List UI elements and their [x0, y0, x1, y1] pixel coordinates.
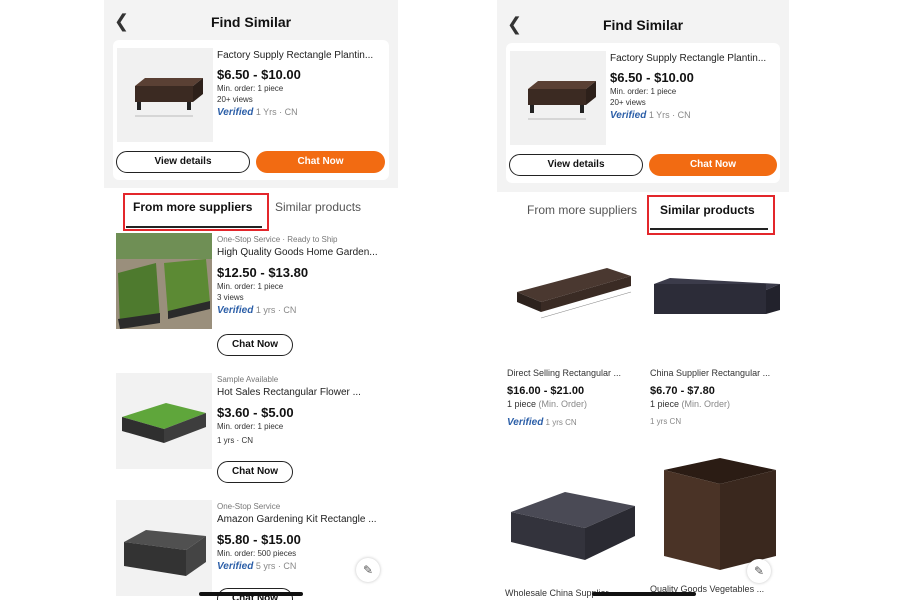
product-name[interactable]: Factory Supply Rectangle Plantin... — [610, 53, 776, 64]
left-screen: ❮ Find Similar Factory Supply Rectangle … — [104, 0, 398, 600]
product-image[interactable] — [510, 51, 606, 145]
grid-supplier-row: 1 yrs CN — [650, 417, 784, 426]
item-verified-row: Verified 1 yrs · CN — [217, 305, 390, 316]
min-order: Min. order: 1 piece — [217, 84, 284, 93]
item-image[interactable] — [116, 233, 212, 329]
planter-icon — [122, 403, 206, 443]
list-item[interactable]: Sample Available Hot Sales Rectangular F… — [104, 373, 398, 485]
product-card: Factory Supply Rectangle Plantin... $6.5… — [113, 40, 389, 180]
item-price: $12.50 - $13.80 — [217, 265, 309, 280]
planter-icon — [511, 492, 635, 560]
item-price: $3.60 - $5.00 — [217, 405, 294, 420]
grid-qty-note: (Min. Order) — [681, 399, 731, 409]
tab-from-more-suppliers[interactable]: From more suppliers — [527, 203, 637, 217]
views-count: 20+ views — [610, 98, 646, 107]
grid-product[interactable]: Direct Selling Rectangular ... $16.00 - … — [507, 242, 641, 428]
verified-badge: Verified — [217, 561, 254, 572]
item-min-order: Min. order: 1 piece — [217, 422, 284, 431]
long-planter-icon — [517, 268, 632, 319]
supplier-info: 1 yrs CN — [545, 418, 577, 427]
supplier-info: 1 yrs CN — [650, 417, 682, 426]
planter-icon — [135, 78, 203, 117]
item-info: Sample Available Hot Sales Rectangular F… — [217, 375, 390, 445]
list-item[interactable]: One-Stop Service · Ready to Ship High Qu… — [104, 233, 398, 361]
views-count: 20+ views — [217, 95, 253, 104]
page-title: Find Similar — [210, 14, 292, 30]
supplier-info: 5 yrs · CN — [255, 561, 297, 571]
list-item[interactable]: One-Stop Service Amazon Gardening Kit Re… — [104, 500, 398, 600]
top-area: ❮ Find Similar Factory Supply Rectangle … — [104, 0, 398, 188]
grid-product-name: Direct Selling Rectangular ... — [507, 368, 622, 378]
edit-note-icon[interactable]: ✎ — [747, 559, 771, 583]
grid-product-name: China Supplier Rectangular ... — [650, 368, 771, 378]
chat-now-button[interactable]: Chat Now — [217, 334, 293, 356]
verified-badge: Verified — [507, 417, 544, 428]
item-tagline: One-Stop Service — [217, 502, 281, 511]
item-min-order: Min. order: 1 piece — [217, 282, 284, 291]
view-details-button[interactable]: View details — [509, 154, 643, 176]
item-name[interactable]: High Quality Goods Home Garden... — [217, 247, 390, 258]
grid-qty-note: (Min. Order) — [538, 399, 588, 409]
chat-now-button[interactable]: Chat Now — [649, 154, 777, 176]
item-views: 3 views — [217, 293, 244, 302]
product-info: Factory Supply Rectangle Plantin... $6.5… — [217, 50, 385, 118]
grid-product-image[interactable] — [505, 462, 639, 582]
header: ❮ Find Similar — [497, 7, 789, 41]
grid-product-image[interactable] — [507, 242, 641, 362]
active-tab-underline — [650, 228, 768, 230]
min-order: Min. order: 1 piece — [610, 87, 677, 96]
verified-badge: Verified — [217, 107, 254, 118]
item-info: One-Stop Service · Ready to Ship High Qu… — [217, 235, 390, 316]
supplier-info: 1 Yrs · CN — [648, 110, 691, 120]
grid-qty: 1 piece — [507, 399, 537, 409]
page-title: Find Similar — [602, 17, 684, 33]
item-min-order: Min. order: 500 pieces — [217, 549, 297, 558]
product-image[interactable] — [117, 48, 213, 142]
edit-note-icon[interactable]: ✎ — [356, 558, 380, 582]
home-indicator — [592, 592, 696, 596]
right-screen: ❮ Find Similar Factory Supply Rectangle … — [497, 0, 789, 600]
grid-product[interactable]: China Supplier Rectangular ... $6.70 - $… — [650, 242, 784, 426]
planter-icon — [528, 81, 596, 120]
product-price: $6.50 - $10.00 — [217, 67, 301, 82]
item-price: $5.80 - $15.00 — [217, 532, 301, 547]
grid-product-price: $6.70 - $7.80 — [650, 385, 715, 397]
verified-row: Verified 1 Yrs · CN — [217, 107, 385, 118]
item-name[interactable]: Hot Sales Rectangular Flower ... — [217, 387, 390, 398]
item-tagline: One-Stop Service · Ready to Ship — [217, 235, 338, 244]
active-tab-underline — [126, 226, 262, 228]
item-name[interactable]: Amazon Gardening Kit Rectangle ... — [217, 514, 390, 525]
garden-beds-icon — [116, 233, 212, 329]
header: ❮ Find Similar — [104, 4, 398, 38]
item-image[interactable] — [116, 373, 212, 469]
product-name[interactable]: Factory Supply Rectangle Plantin... — [217, 50, 385, 61]
verified-badge: Verified — [610, 110, 647, 121]
supplier-info: 1 Yrs · CN — [255, 107, 298, 117]
grid-product-price: $16.00 - $21.00 — [507, 385, 585, 397]
chat-now-button[interactable]: Chat Now — [256, 151, 385, 173]
grid-verified-row: Verified 1 yrs CN — [507, 417, 641, 428]
chat-now-button[interactable]: Chat Now — [217, 461, 293, 483]
supplier-info: 1 yrs · CN — [217, 436, 253, 445]
planter-icon — [654, 278, 780, 314]
grid-qty: 1 piece — [650, 399, 680, 409]
view-details-button[interactable]: View details — [116, 151, 250, 173]
item-tagline: Sample Available — [217, 375, 279, 384]
product-price: $6.50 - $10.00 — [610, 70, 694, 85]
grid-min-order: 1 piece (Min. Order) — [507, 399, 641, 409]
verified-row: Verified 1 Yrs · CN — [610, 110, 776, 121]
tab-similar-products[interactable]: Similar products — [275, 200, 361, 214]
item-image[interactable] — [116, 500, 212, 596]
planter-icon — [124, 530, 206, 576]
grid-product-image[interactable] — [650, 242, 784, 362]
grid-product[interactable]: Wholesale China Supplier... — [505, 462, 639, 598]
product-info: Factory Supply Rectangle Plantin... $6.5… — [610, 53, 776, 121]
verified-badge: Verified — [217, 305, 254, 316]
supplier-info: 1 yrs · CN — [255, 305, 297, 315]
product-card: Factory Supply Rectangle Plantin... $6.5… — [506, 43, 780, 183]
top-area: ❮ Find Similar Factory Supply Rectangle … — [497, 0, 789, 192]
grid-min-order: 1 piece (Min. Order) — [650, 399, 784, 409]
home-indicator — [199, 592, 303, 596]
